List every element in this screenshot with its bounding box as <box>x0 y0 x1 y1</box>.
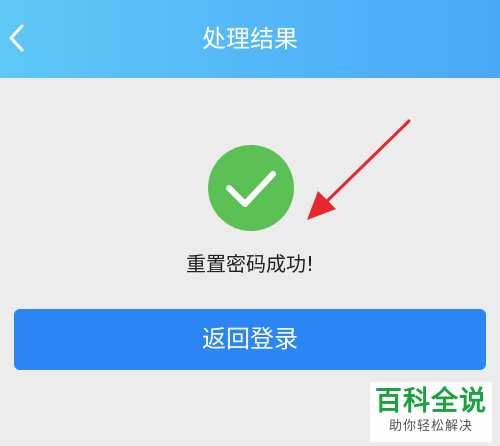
header-bar: 处理结果 <box>0 0 500 78</box>
success-message: 重置密码成功! <box>185 252 315 276</box>
watermark-title: 百科全说 <box>375 386 487 417</box>
watermark-subtitle: 助你轻松解决 <box>388 419 473 434</box>
watermark-logo: 百科全说 助你轻松解决 <box>370 382 492 442</box>
checkmark-icon <box>226 171 276 207</box>
return-to-login-button[interactable]: 返回登录 <box>14 309 486 370</box>
page-title: 处理结果 <box>202 25 298 53</box>
check-circle-icon <box>208 145 294 231</box>
